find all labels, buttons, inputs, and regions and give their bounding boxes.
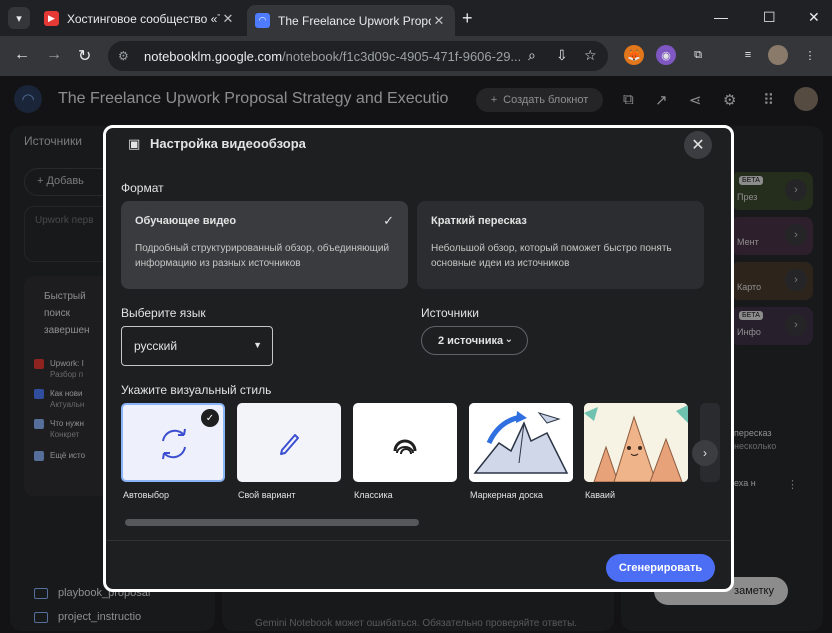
kawaii-illustration bbox=[584, 403, 688, 482]
video-overview-settings-dialog: ▣ Настройка видеообзора ✕ Формат Обучающ… bbox=[103, 125, 734, 592]
style-card-custom[interactable] bbox=[237, 403, 341, 482]
site-info-icon[interactable]: ⚙ bbox=[118, 49, 136, 63]
style-card-whiteboard[interactable] bbox=[469, 403, 573, 482]
style-card-classic[interactable] bbox=[353, 403, 457, 482]
format-description: Подробный структурированный обзор, объед… bbox=[135, 243, 390, 269]
media-control-icon[interactable]: ≡ bbox=[738, 45, 758, 65]
sources-select[interactable]: 2 источника ⌄ bbox=[421, 326, 528, 355]
style-name: Свой вариант bbox=[238, 490, 296, 500]
format-label: Формат bbox=[121, 181, 164, 195]
forward-icon[interactable]: → bbox=[46, 46, 62, 64]
style-card-kawaii[interactable] bbox=[584, 403, 688, 482]
style-name: Каваий bbox=[585, 490, 615, 500]
sources-label: Источники bbox=[421, 306, 479, 320]
url-host: notebooklm.google.com bbox=[144, 48, 283, 64]
selected-check-icon: ✓ bbox=[201, 409, 219, 427]
style-name: Автовыбор bbox=[123, 490, 170, 500]
checkmark-icon: ✓ bbox=[383, 213, 394, 228]
whiteboard-illustration bbox=[469, 403, 573, 482]
browser-titlebar: ▾ ▶ Хостинговое сообщество «Tim ✕ ◠ The … bbox=[0, 0, 832, 36]
style-carousel-scrollbar[interactable] bbox=[125, 519, 419, 526]
reload-icon[interactable]: ↻ bbox=[78, 46, 91, 66]
tab-search-button[interactable]: ▾ bbox=[8, 7, 30, 29]
notebooklm-favicon-icon: ◠ bbox=[255, 13, 270, 28]
generate-button[interactable]: Сгенерировать bbox=[606, 554, 715, 582]
browser-toolbar: ← → ↻ ⚙ notebooklm.google.com/notebook/f… bbox=[0, 36, 832, 76]
format-option-tutorial[interactable]: Обучающее видео Подробный структурирован… bbox=[121, 201, 408, 289]
new-tab-icon[interactable]: + bbox=[462, 8, 473, 29]
style-name: Классика bbox=[354, 490, 393, 500]
extensions-puzzle-icon[interactable]: ⧉ bbox=[688, 45, 708, 65]
notebooklm-logo-icon bbox=[393, 439, 417, 455]
zoom-icon[interactable]: ⌕ bbox=[528, 47, 536, 64]
chevron-down-icon: ⌄ bbox=[504, 334, 513, 345]
format-option-brief[interactable]: Краткий пересказ Небольшой обзор, которы… bbox=[417, 201, 704, 289]
style-card-auto[interactable]: ✓ bbox=[121, 403, 225, 482]
video-icon: ▣ bbox=[128, 136, 141, 151]
dialog-title: Настройка видеообзора bbox=[150, 136, 306, 151]
pencil-icon bbox=[280, 434, 299, 455]
language-select[interactable]: русский ▼ bbox=[121, 326, 273, 366]
carousel-next-button[interactable]: › bbox=[692, 440, 718, 466]
tab-title: Хостинговое сообщество «Tim bbox=[67, 11, 220, 26]
format-description: Небольшой обзор, который поможет быстро … bbox=[431, 243, 672, 269]
url-path: /notebook/f1c3d09c-4905-471f-9606-29... bbox=[282, 48, 522, 64]
bookmark-star-icon[interactable]: ☆ bbox=[584, 47, 597, 64]
profile-avatar[interactable] bbox=[768, 45, 788, 65]
close-window-icon[interactable]: ✕ bbox=[808, 9, 820, 26]
maximize-icon[interactable]: ☐ bbox=[763, 9, 776, 26]
browser-menu-icon[interactable]: ⋮ bbox=[800, 45, 820, 65]
close-tab-icon[interactable]: ✕ bbox=[220, 11, 236, 27]
youtube-favicon-icon: ▶ bbox=[44, 11, 59, 26]
language-label: Выберите язык bbox=[121, 306, 206, 320]
dialog-footer-divider bbox=[106, 540, 731, 541]
style-name: Маркерная доска bbox=[470, 490, 543, 500]
browser-tab-1[interactable]: ▶ Хостинговое сообщество «Tim ✕ bbox=[36, 5, 244, 32]
back-icon[interactable]: ← bbox=[14, 46, 30, 64]
visual-style-label: Укажите визуальный стиль bbox=[121, 383, 272, 397]
tab-title: The Freelance Upwork Proposal bbox=[278, 13, 431, 28]
minimize-icon[interactable]: — bbox=[714, 9, 728, 25]
sources-value: 2 источника bbox=[438, 335, 504, 347]
metamask-extension-icon[interactable]: 🦊 bbox=[624, 45, 644, 65]
language-value: русский bbox=[134, 339, 178, 353]
format-name: Обучающее видео bbox=[135, 215, 237, 227]
extension-icon[interactable]: ◉ bbox=[656, 45, 676, 65]
install-app-icon[interactable]: ⇩ bbox=[556, 47, 568, 64]
format-name: Краткий пересказ bbox=[431, 215, 527, 227]
close-dialog-button[interactable]: ✕ bbox=[684, 131, 712, 159]
dropdown-arrow-icon: ▼ bbox=[253, 340, 262, 350]
close-tab-icon[interactable]: ✕ bbox=[431, 13, 447, 29]
browser-tab-2-active[interactable]: ◠ The Freelance Upwork Proposal ✕ bbox=[247, 5, 455, 36]
